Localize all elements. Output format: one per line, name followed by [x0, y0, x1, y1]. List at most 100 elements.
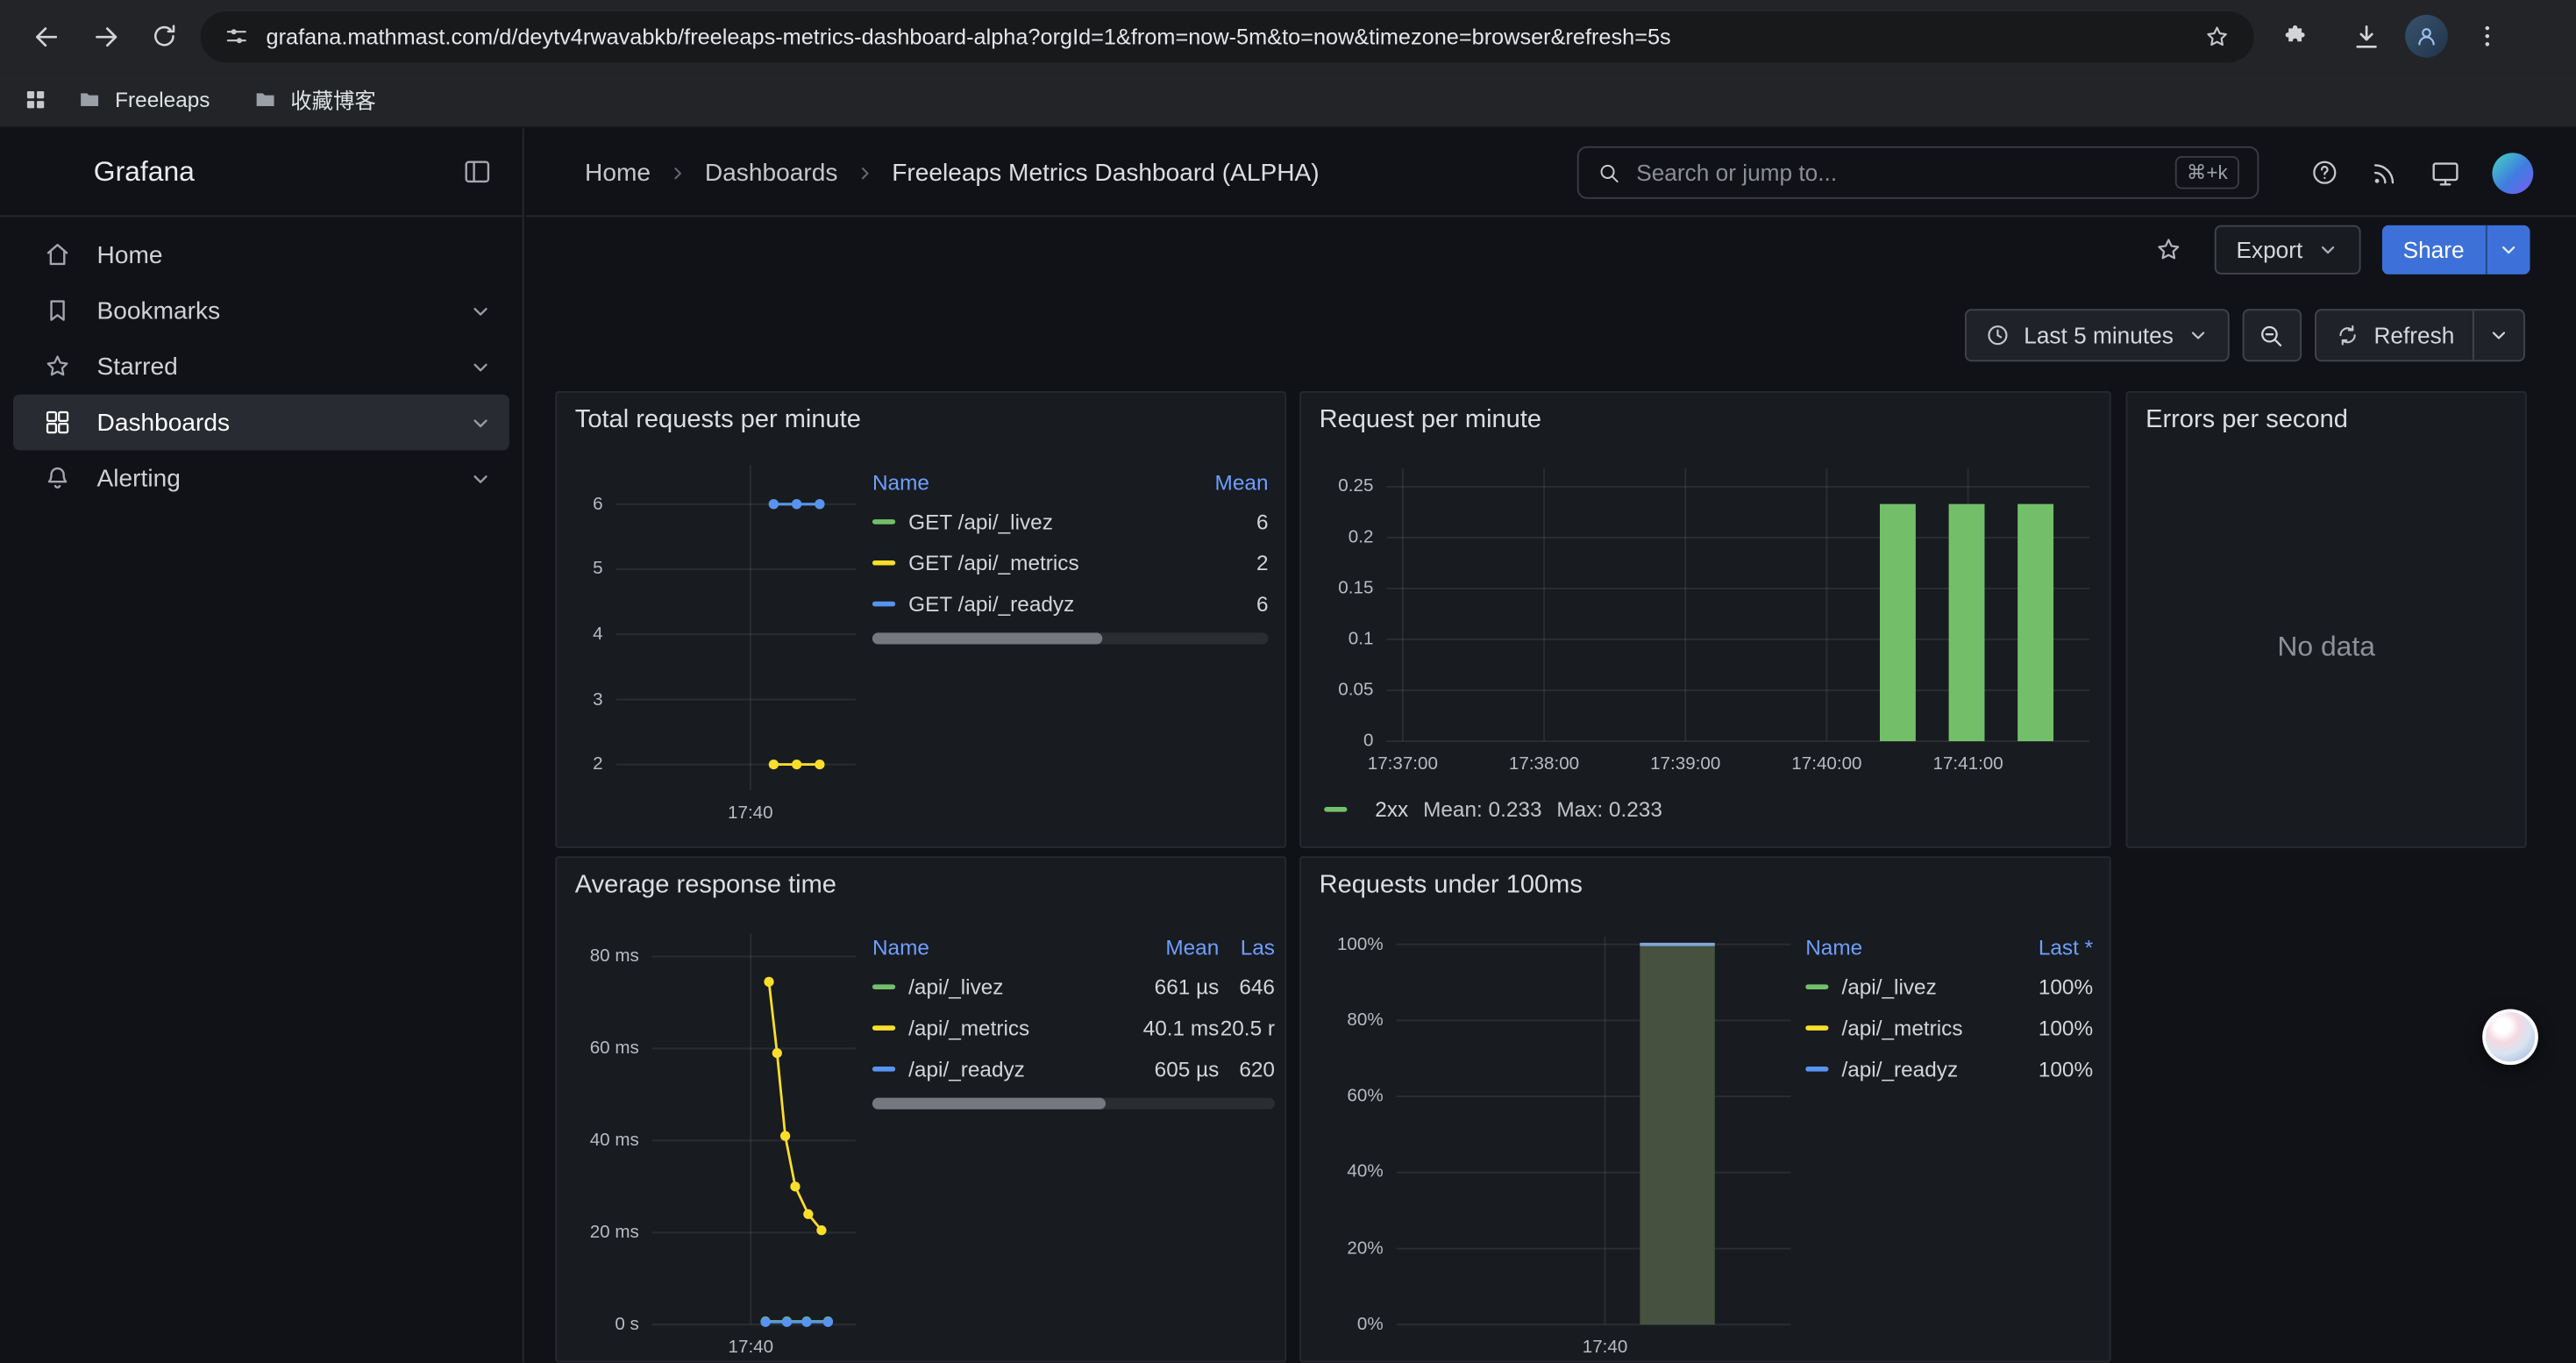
url-bar[interactable]: grafana.mathmast.com/d/deytv4rwavabkb/fr…	[201, 11, 2254, 61]
bar-chart[interactable]: 100%80%60%40%20%0%17:40	[1314, 920, 1801, 1360]
series-mean: 40.1 ms	[1121, 1016, 1219, 1040]
bookmark-star-icon[interactable]	[2203, 22, 2231, 50]
brand-title: Grafana	[94, 155, 195, 188]
share-label[interactable]: Share	[2381, 225, 2486, 275]
time-range-picker[interactable]: Last 5 minutes	[1965, 309, 2230, 361]
axis-tick-label: 80 ms	[590, 945, 639, 967]
legend-col-mean[interactable]: Mean	[1192, 469, 1268, 494]
rss-icon[interactable]	[2371, 159, 2399, 187]
axis-tick-label: 100%	[1337, 933, 1384, 956]
axis-tick-label: 0.25	[1338, 475, 1373, 498]
bell-icon	[43, 463, 73, 493]
timeseries-chart[interactable]: 6543217:40	[566, 455, 865, 833]
clock-icon	[1984, 322, 2010, 348]
bar-chart[interactable]: 0.250.20.150.10.05017:37:0017:38:0017:39…	[1314, 455, 2100, 784]
legend-row[interactable]: GET /api/_livez 6	[872, 501, 1269, 542]
panel-title[interactable]: Request per minute	[1301, 393, 2110, 449]
chevron-down-icon[interactable]	[468, 354, 493, 379]
legend-col-name[interactable]: Name	[872, 469, 1192, 494]
user-avatar[interactable]	[2492, 152, 2533, 193]
sidebar-toggle-icon[interactable]	[462, 156, 494, 188]
axis-tick-label: 80%	[1347, 1009, 1383, 1031]
share-menu-chevron-icon[interactable]	[2486, 225, 2530, 275]
monitor-icon[interactable]	[2430, 157, 2461, 189]
breadcrumb-dashboards[interactable]: Dashboards	[705, 159, 838, 187]
chevron-down-icon[interactable]	[468, 466, 493, 490]
sidebar-item-bookmarks[interactable]: Bookmarks	[13, 282, 509, 339]
refresh-interval-chevron-icon[interactable]	[2473, 310, 2523, 360]
sidebar-item-alerting[interactable]: Alerting	[13, 450, 509, 506]
panel-title[interactable]: Total requests per minute	[557, 393, 1284, 449]
legend-row[interactable]: GET /api/_metrics 2	[872, 542, 1269, 583]
legend-row[interactable]: /api/_readyz 100%	[1805, 1048, 2093, 1089]
legend-col-last[interactable]: Las	[1219, 934, 1275, 959]
export-button[interactable]: Export	[2215, 225, 2360, 275]
sidebar-header: Grafana	[0, 128, 523, 217]
legend-row[interactable]: /api/_readyz 605 µs 620	[872, 1048, 1275, 1089]
refresh-button[interactable]: Refresh	[2316, 310, 2473, 360]
legend-row[interactable]: /api/_livez 661 µs 646	[872, 967, 1275, 1008]
browser-profile-avatar[interactable]	[2405, 15, 2448, 58]
apps-grid-icon[interactable]	[23, 87, 47, 111]
bookmark-item-freeleaps[interactable]: Freeleaps	[64, 81, 223, 118]
scrollbar-thumb[interactable]	[872, 632, 1102, 644]
chevron-down-icon[interactable]	[468, 410, 493, 434]
reload-icon[interactable]	[135, 6, 194, 65]
download-icon[interactable]	[2336, 6, 2395, 65]
menu-kebab-icon[interactable]	[2458, 6, 2516, 65]
sidebar-item-home[interactable]: Home	[13, 227, 509, 283]
dashboards-icon	[43, 408, 73, 438]
legend-row[interactable]: 2xx Mean: 0.233 Max: 0.233	[1324, 797, 1662, 822]
legend-row[interactable]: /api/_metrics 100%	[1805, 1008, 2093, 1049]
series-color-swatch	[872, 1067, 895, 1072]
refresh-icon	[2334, 322, 2360, 348]
sidebar-item-label: Bookmarks	[97, 296, 221, 325]
dashboard-actions: Export Share	[2145, 224, 2530, 276]
series-mean: Mean: 0.233	[1423, 797, 1541, 822]
series-color-swatch	[872, 1025, 895, 1031]
legend-row[interactable]: /api/_metrics 40.1 ms 20.5 r	[872, 1008, 1275, 1049]
sidebar-item-dashboards[interactable]: Dashboards	[13, 395, 509, 451]
legend-row[interactable]: GET /api/_readyz 6	[872, 583, 1269, 624]
sidebar-item-starred[interactable]: Starred	[13, 339, 509, 395]
series-name: GET /api/_readyz	[908, 592, 1074, 617]
panel-avg-response-time: Average response time 80 ms60 ms40 ms20 …	[555, 856, 1286, 1362]
url-text[interactable]: grafana.mathmast.com/d/deytv4rwavabkb/fr…	[267, 24, 2187, 48]
assistant-floating-avatar[interactable]	[2482, 1009, 2538, 1065]
legend-col-name[interactable]: Name	[1805, 934, 2004, 959]
back-icon[interactable]	[17, 6, 75, 65]
bookmarks-bar: Freeleaps 收藏博客	[0, 72, 2576, 128]
series-name: /api/_metrics	[908, 1016, 1029, 1040]
timeseries-chart[interactable]: 80 ms60 ms40 ms20 ms0 s17:40	[566, 920, 865, 1360]
legend-row[interactable]: /api/_livez 100%	[1805, 967, 2093, 1008]
legend-scrollbar[interactable]	[872, 632, 1269, 644]
forward-icon[interactable]	[75, 6, 134, 65]
axis-tick-label: 0.05	[1338, 679, 1373, 702]
legend-col-name[interactable]: Name	[872, 934, 1121, 959]
help-icon[interactable]	[2309, 158, 2339, 188]
zoom-out-icon[interactable]	[2243, 309, 2302, 361]
scrollbar-thumb[interactable]	[872, 1098, 1106, 1110]
bookmark-item-blog[interactable]: 收藏博客	[239, 77, 389, 122]
panel-title[interactable]: Requests under 100ms	[1301, 858, 2110, 914]
favorite-star-icon[interactable]	[2145, 225, 2194, 275]
extensions-icon[interactable]	[2267, 6, 2326, 65]
chevron-down-icon[interactable]	[468, 298, 493, 323]
legend-table: Name Mean Las /api/_livez 661 µs 646 /ap…	[872, 927, 1275, 1110]
grafana-logo[interactable]	[30, 150, 73, 193]
folder-icon	[253, 87, 277, 111]
breadcrumb-current: Freeleaps Metrics Dashboard (ALPHA)	[892, 159, 1319, 187]
legend-scrollbar[interactable]	[872, 1098, 1275, 1110]
breadcrumb-home[interactable]: Home	[585, 159, 651, 187]
site-info-icon[interactable]	[224, 23, 250, 49]
share-button[interactable]: Share	[2381, 225, 2530, 275]
series-color-swatch	[1805, 1067, 1828, 1072]
axis-tick-label: 17:40	[685, 802, 816, 824]
panel-title[interactable]: Errors per second	[2127, 393, 2524, 449]
series-mean: 661 µs	[1121, 974, 1219, 999]
legend-col-last[interactable]: Last *	[2004, 934, 2093, 959]
legend-col-mean[interactable]: Mean	[1121, 934, 1219, 959]
search-input[interactable]: Search or jump to... ⌘+k	[1577, 146, 2259, 199]
panel-title[interactable]: Average response time	[557, 858, 1284, 914]
axis-tick-label: 40%	[1347, 1161, 1383, 1184]
